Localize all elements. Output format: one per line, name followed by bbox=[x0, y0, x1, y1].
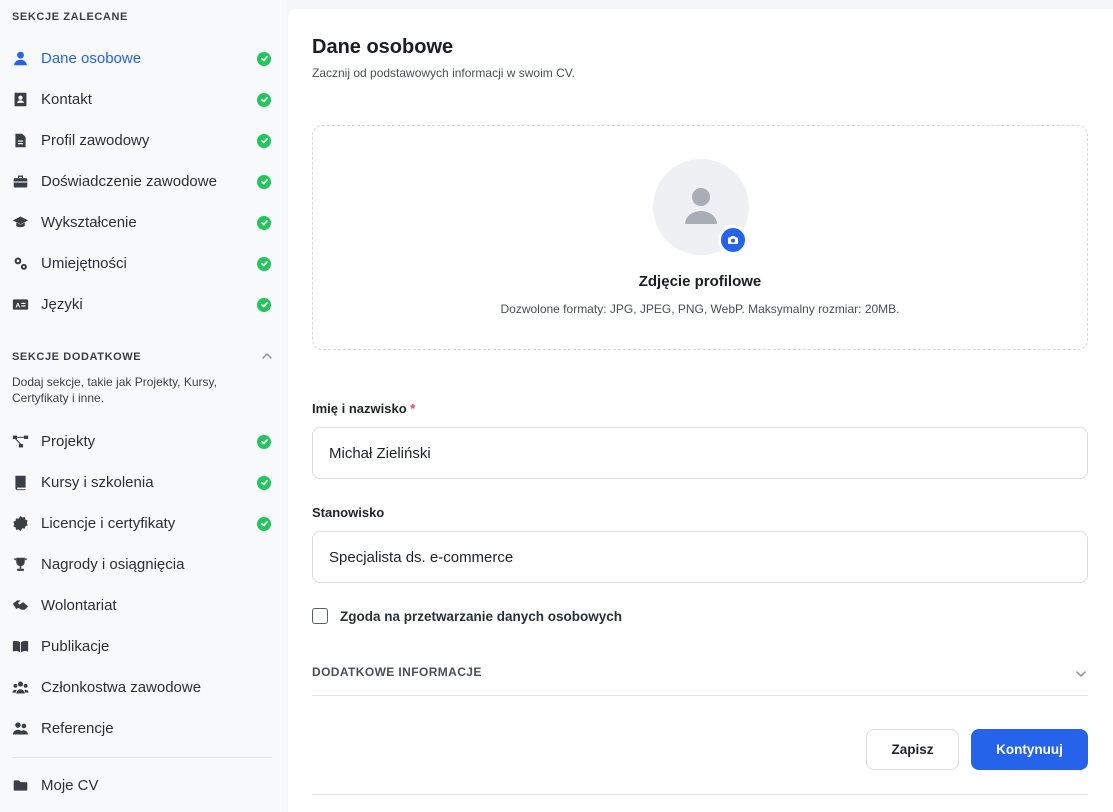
graduation-cap-icon bbox=[11, 214, 29, 232]
sidebar-item-label: Nagrody i osiągnięcia bbox=[41, 556, 185, 573]
book-icon bbox=[11, 474, 29, 492]
sidebar-item-dane-osobowe[interactable]: Dane osobowe bbox=[0, 38, 287, 79]
additional-info-label: DODATKOWE INFORMACJE bbox=[312, 665, 482, 679]
page-subtitle: Zacznij od podstawowych informacji w swo… bbox=[312, 66, 575, 80]
briefcase-icon bbox=[11, 173, 29, 191]
continue-button[interactable]: Kontynuuj bbox=[971, 729, 1088, 770]
gears-icon bbox=[11, 255, 29, 273]
check-circle-icon bbox=[257, 434, 271, 449]
sidebar-item-label: Języki bbox=[41, 296, 83, 313]
additional-sections-title: SEKCJE DODATKOWE bbox=[12, 351, 142, 363]
sidebar-item-label: Referencje bbox=[41, 720, 114, 737]
sidebar-item-wyksztalcenie[interactable]: Wykształcenie bbox=[0, 202, 287, 243]
check-circle-icon bbox=[257, 133, 271, 148]
folder-icon bbox=[11, 777, 29, 795]
people-icon bbox=[11, 720, 29, 738]
consent-label: Zgoda na przetwarzanie danych osobowych bbox=[340, 608, 623, 624]
sidebar-item-label: Kontakt bbox=[41, 91, 92, 108]
check-circle-icon bbox=[257, 475, 271, 490]
sidebar-item-wolontariat[interactable]: Wolontariat bbox=[0, 585, 287, 626]
sidebar-item-label: Kursy i szkolenia bbox=[41, 474, 154, 491]
language-icon: A bbox=[11, 296, 29, 314]
sidebar-item-profil-zawodowy[interactable]: Profil zawodowy bbox=[0, 120, 287, 161]
open-book-icon bbox=[11, 638, 29, 656]
sidebar-item-projekty[interactable]: Projekty bbox=[0, 421, 287, 462]
sidebar-item-label: Profil zawodowy bbox=[41, 132, 150, 149]
recommended-sections-title: SEKCJE ZALECANE bbox=[12, 11, 128, 23]
sidebar-item-label: Wykształcenie bbox=[41, 214, 137, 231]
sidebar-item-my-cv[interactable]: Moje CV bbox=[0, 765, 287, 806]
check-circle-icon bbox=[257, 297, 271, 312]
sidebar-item-umiejetnosci[interactable]: Umiejętności bbox=[0, 243, 287, 284]
check-circle-icon bbox=[257, 256, 271, 271]
check-circle-icon bbox=[257, 92, 271, 107]
sidebar-item-czlonkostwa-zawodowe[interactable]: Członkostwa zawodowe bbox=[0, 667, 287, 708]
sidebar-item-label: Projekty bbox=[41, 433, 96, 450]
sidebar-item-jezyki[interactable]: A Języki bbox=[0, 284, 287, 325]
sidebar-item-label: Publikacje bbox=[41, 638, 110, 655]
chevron-up-icon[interactable] bbox=[260, 349, 274, 363]
page-title: Dane osobowe bbox=[312, 36, 454, 58]
name-label-text: Imię i nazwisko bbox=[312, 401, 407, 416]
sidebar-item-label: Wolontariat bbox=[41, 597, 117, 614]
sidebar-item-label: Doświadczenie zawodowe bbox=[41, 173, 217, 190]
check-circle-icon bbox=[257, 174, 271, 189]
diagram-icon bbox=[11, 433, 29, 451]
sidebar: SEKCJE ZALECANE Dane osobowe Kontakt Profi… bbox=[0, 0, 287, 812]
sidebar-item-label: Umiejętności bbox=[41, 255, 127, 272]
camera-button[interactable] bbox=[718, 225, 748, 255]
svg-text:A: A bbox=[15, 302, 20, 309]
position-field-label: Stanowisko bbox=[312, 505, 385, 520]
sidebar-item-label: Moje CV bbox=[41, 777, 99, 794]
name-input[interactable] bbox=[312, 427, 1088, 479]
chevron-down-icon bbox=[1076, 671, 1086, 677]
certificate-icon bbox=[11, 515, 29, 533]
photo-upload-area[interactable]: Zdjęcie profilowe Dozwolone formaty: JPG… bbox=[312, 125, 1088, 350]
bottom-divider bbox=[312, 794, 1088, 795]
check-circle-icon bbox=[257, 51, 271, 66]
photo-title: Zdjęcie profilowe bbox=[638, 273, 762, 290]
check-circle-icon bbox=[257, 215, 271, 230]
sidebar-item-referencje[interactable]: Referencje bbox=[0, 708, 287, 749]
sidebar-item-label: Dane osobowe bbox=[41, 50, 142, 67]
sidebar-item-doswiadczenie-zawodowe[interactable]: Doświadczenie zawodowe bbox=[0, 161, 287, 202]
additional-info-toggle[interactable]: DODATKOWE INFORMACJE bbox=[312, 654, 1088, 696]
check-circle-icon bbox=[257, 516, 271, 531]
sidebar-item-label: Członkostwa zawodowe bbox=[41, 679, 202, 696]
save-button[interactable]: Zapisz bbox=[866, 729, 959, 770]
position-input[interactable] bbox=[312, 531, 1088, 583]
name-field-label: Imię i nazwisko * bbox=[312, 401, 415, 416]
sidebar-item-label: Licencje i certyfikaty bbox=[41, 515, 176, 532]
photo-format-hint: Dozwolone formaty: JPG, JPEG, PNG, WebP.… bbox=[500, 302, 900, 316]
user-icon bbox=[11, 50, 29, 68]
trophy-icon bbox=[11, 556, 29, 574]
consent-checkbox[interactable] bbox=[312, 608, 328, 624]
required-mark: * bbox=[410, 401, 416, 416]
consent-row[interactable]: Zgoda na przetwarzanie danych osobowych bbox=[312, 608, 622, 624]
sidebar-item-kontakt[interactable]: Kontakt bbox=[0, 79, 287, 120]
sidebar-item-licencje-i-certyfikaty[interactable]: Licencje i certyfikaty bbox=[0, 503, 287, 544]
sidebar-item-publikacje[interactable]: Publikacje bbox=[0, 626, 287, 667]
document-icon bbox=[11, 132, 29, 150]
sidebar-item-nagrody-i-osiagniecia[interactable]: Nagrody i osiągnięcia bbox=[0, 544, 287, 585]
group-icon bbox=[11, 679, 29, 697]
camera-icon bbox=[728, 236, 738, 244]
person-icon bbox=[685, 188, 717, 224]
sidebar-divider bbox=[12, 757, 272, 758]
main-panel: Dane osobowe Zacznij od podstawowych inf… bbox=[288, 9, 1113, 812]
handshake-icon bbox=[11, 597, 29, 615]
contact-card-icon bbox=[11, 91, 29, 109]
additional-sections-description: Dodaj sekcje, takie jak Projekty, Kursy,… bbox=[12, 375, 217, 405]
sidebar-item-kursy-i-szkolenia[interactable]: Kursy i szkolenia bbox=[0, 462, 287, 503]
